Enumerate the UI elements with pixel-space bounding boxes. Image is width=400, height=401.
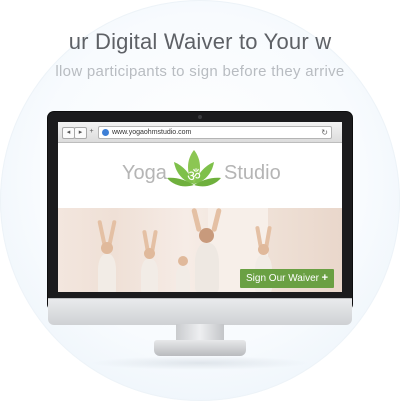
reload-icon[interactable]: ↻ bbox=[321, 127, 328, 138]
camera-icon bbox=[198, 115, 202, 119]
address-bar-url: www.yogaohmstudio.com bbox=[112, 129, 192, 136]
page-headline: ur Digital Waiver to Your w bbox=[68, 29, 332, 54]
svg-text:ॐ: ॐ bbox=[187, 167, 201, 185]
monitor-screen: ◂ ▸ + www.yogaohmstudio.com ↻ Yoga ॐ Stu… bbox=[58, 122, 342, 292]
globe-icon bbox=[102, 129, 109, 136]
monitor-shadow bbox=[90, 356, 310, 370]
monitor-stand-base bbox=[154, 340, 246, 356]
browser-toolbar: ◂ ▸ + www.yogaohmstudio.com ↻ bbox=[58, 122, 342, 143]
page-subheadline: llow participants to sign before they ar… bbox=[55, 63, 345, 80]
brand-word-yoga: Yoga bbox=[122, 162, 167, 184]
monitor-chin bbox=[48, 298, 352, 325]
add-tab-icon[interactable]: + bbox=[86, 127, 97, 137]
address-bar[interactable]: www.yogaohmstudio.com ↻ bbox=[98, 126, 332, 139]
plus-icon: + bbox=[321, 272, 328, 284]
site-header: Yoga ॐ Studio bbox=[58, 143, 342, 208]
sign-waiver-label: Sign Our Waiver bbox=[246, 273, 319, 284]
lotus-om-logo-icon: ॐ bbox=[167, 150, 221, 187]
brand-word-studio: Studio bbox=[224, 162, 281, 184]
sign-waiver-button[interactable]: Sign Our Waiver + bbox=[240, 269, 334, 288]
